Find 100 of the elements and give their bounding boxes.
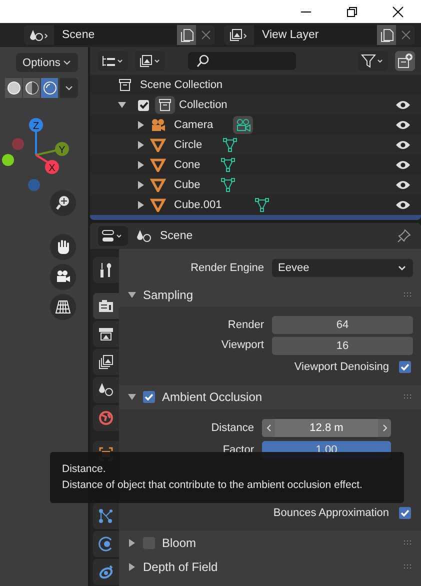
search-icon [196,54,210,68]
ring-icon [98,564,114,580]
copy-icon[interactable] [177,25,196,45]
expand-arrow-icon[interactable] [118,101,126,109]
output-tab[interactable] [93,321,119,347]
tool-tab[interactable] [93,257,119,283]
outliner-item[interactable]: Cube.001 [174,199,222,211]
camera-data-icon[interactable] [233,116,254,134]
outliner-item[interactable]: Circle [174,139,202,151]
field-label: Render [226,319,265,331]
outliner-item[interactable]: Cone [174,159,200,171]
screwdriver-wrench-icon [98,262,114,278]
collection-icon [118,78,132,92]
checkbox[interactable] [399,507,411,519]
orbit-icon [98,536,114,552]
physics-tab[interactable] [93,531,119,557]
expand-arrow-icon[interactable] [138,181,144,189]
view-dropdown[interactable] [135,51,165,71]
scene-icon [29,28,49,42]
world-tab[interactable] [93,405,119,431]
properties-title: Scene [160,230,193,242]
expand-arrow-icon[interactable] [138,121,144,129]
solid-shading-button[interactable] [5,78,22,98]
mesh-data-icon[interactable] [222,137,238,153]
panel-title[interactable]: Ambient Occlusion [162,390,262,404]
constraints-tab[interactable] [93,559,119,585]
number-field[interactable]: 64 [272,316,413,334]
chevron-icon [63,60,72,66]
number-field[interactable]: 16 [272,336,413,354]
checkbox-label[interactable]: Viewport Denoising [294,361,389,373]
chevron-icon [397,263,407,273]
close-icon [392,6,404,18]
expand-arrow-icon[interactable] [138,161,144,169]
scene-icon [136,229,152,243]
field-label: Viewport [220,339,265,351]
editor-type-dropdown[interactable] [98,226,128,246]
scene-tab[interactable] [93,377,119,403]
panel-title[interactable]: Bloom [162,536,196,550]
distance-field[interactable]: 12.8 m [262,419,391,437]
drag-handle-icon[interactable] [403,292,413,298]
hand-icon[interactable] [50,234,76,260]
mesh-data-icon[interactable] [254,197,270,213]
triangle-icon [150,178,166,192]
rendered-shading-button[interactable] [41,78,58,98]
filter-icon [361,54,385,68]
shading-dropdown[interactable] [60,78,78,98]
field-label: Render Engine [190,262,265,274]
mesh-data-icon[interactable] [220,177,236,193]
render-engine-dropdown[interactable]: Eevee [272,259,413,277]
mesh-data-icon[interactable] [220,157,236,173]
options-dropdown[interactable]: Options [16,53,78,72]
eye-icon[interactable] [395,199,411,211]
navigation-gizmo[interactable]: Z Y X [0,105,80,205]
drag-handle-icon[interactable] [403,540,413,546]
filter-dropdown[interactable] [358,51,388,71]
drag-handle-icon[interactable] [403,394,413,400]
expand-arrow-icon[interactable] [128,539,136,547]
panel-title[interactable]: Depth of Field [143,560,218,574]
nodes-icon [98,508,114,524]
eye-icon[interactable] [395,179,411,191]
eye-icon[interactable] [395,119,411,131]
render-tab[interactable] [93,293,119,319]
new-collection-icon[interactable] [395,51,415,71]
zoom-icon[interactable] [50,190,76,216]
outliner-item[interactable]: Cube [174,179,200,191]
expand-arrow-icon[interactable] [128,291,136,299]
panel-title[interactable]: Sampling [143,288,194,302]
expand-arrow-icon[interactable] [128,393,136,401]
collection-checkbox[interactable] [138,100,149,110]
search-field[interactable] [188,52,296,70]
outliner-item[interactable]: Camera [174,119,214,131]
restore-icon [346,6,358,18]
scene-field[interactable]: Scene [54,25,177,45]
eye-icon[interactable] [395,159,411,171]
outliner-item[interactable]: Collection [179,99,228,111]
drag-handle-icon[interactable] [403,564,413,570]
view-layer-tab[interactable] [93,349,119,375]
globe-icon [98,410,114,426]
expand-arrow-icon[interactable] [128,563,136,571]
expand-arrow-icon[interactable] [138,141,144,149]
display-mode-dropdown[interactable] [98,51,128,71]
image-stack-icon [98,354,114,370]
material-shading-button[interactable] [23,78,40,98]
camera-icon [150,118,166,132]
eye-icon[interactable] [395,139,411,151]
image-stack-icon [138,54,162,68]
view-layer-field[interactable]: View Layer [254,25,377,45]
copy-icon[interactable] [377,25,396,45]
pin-icon[interactable] [397,229,411,243]
camera-icon[interactable] [50,264,76,290]
scene-icon [98,382,114,398]
grid-icon[interactable] [50,294,76,320]
expand-arrow-icon[interactable] [138,201,144,209]
collection-icon [155,96,175,114]
particles-tab[interactable] [93,503,119,529]
panel-checkbox[interactable] [143,391,155,403]
eye-icon[interactable] [395,99,411,111]
checkbox-label[interactable]: Bounces Approximation [273,507,389,519]
outliner-item[interactable]: Scene Collection [140,79,223,91]
checkbox[interactable] [399,361,411,373]
